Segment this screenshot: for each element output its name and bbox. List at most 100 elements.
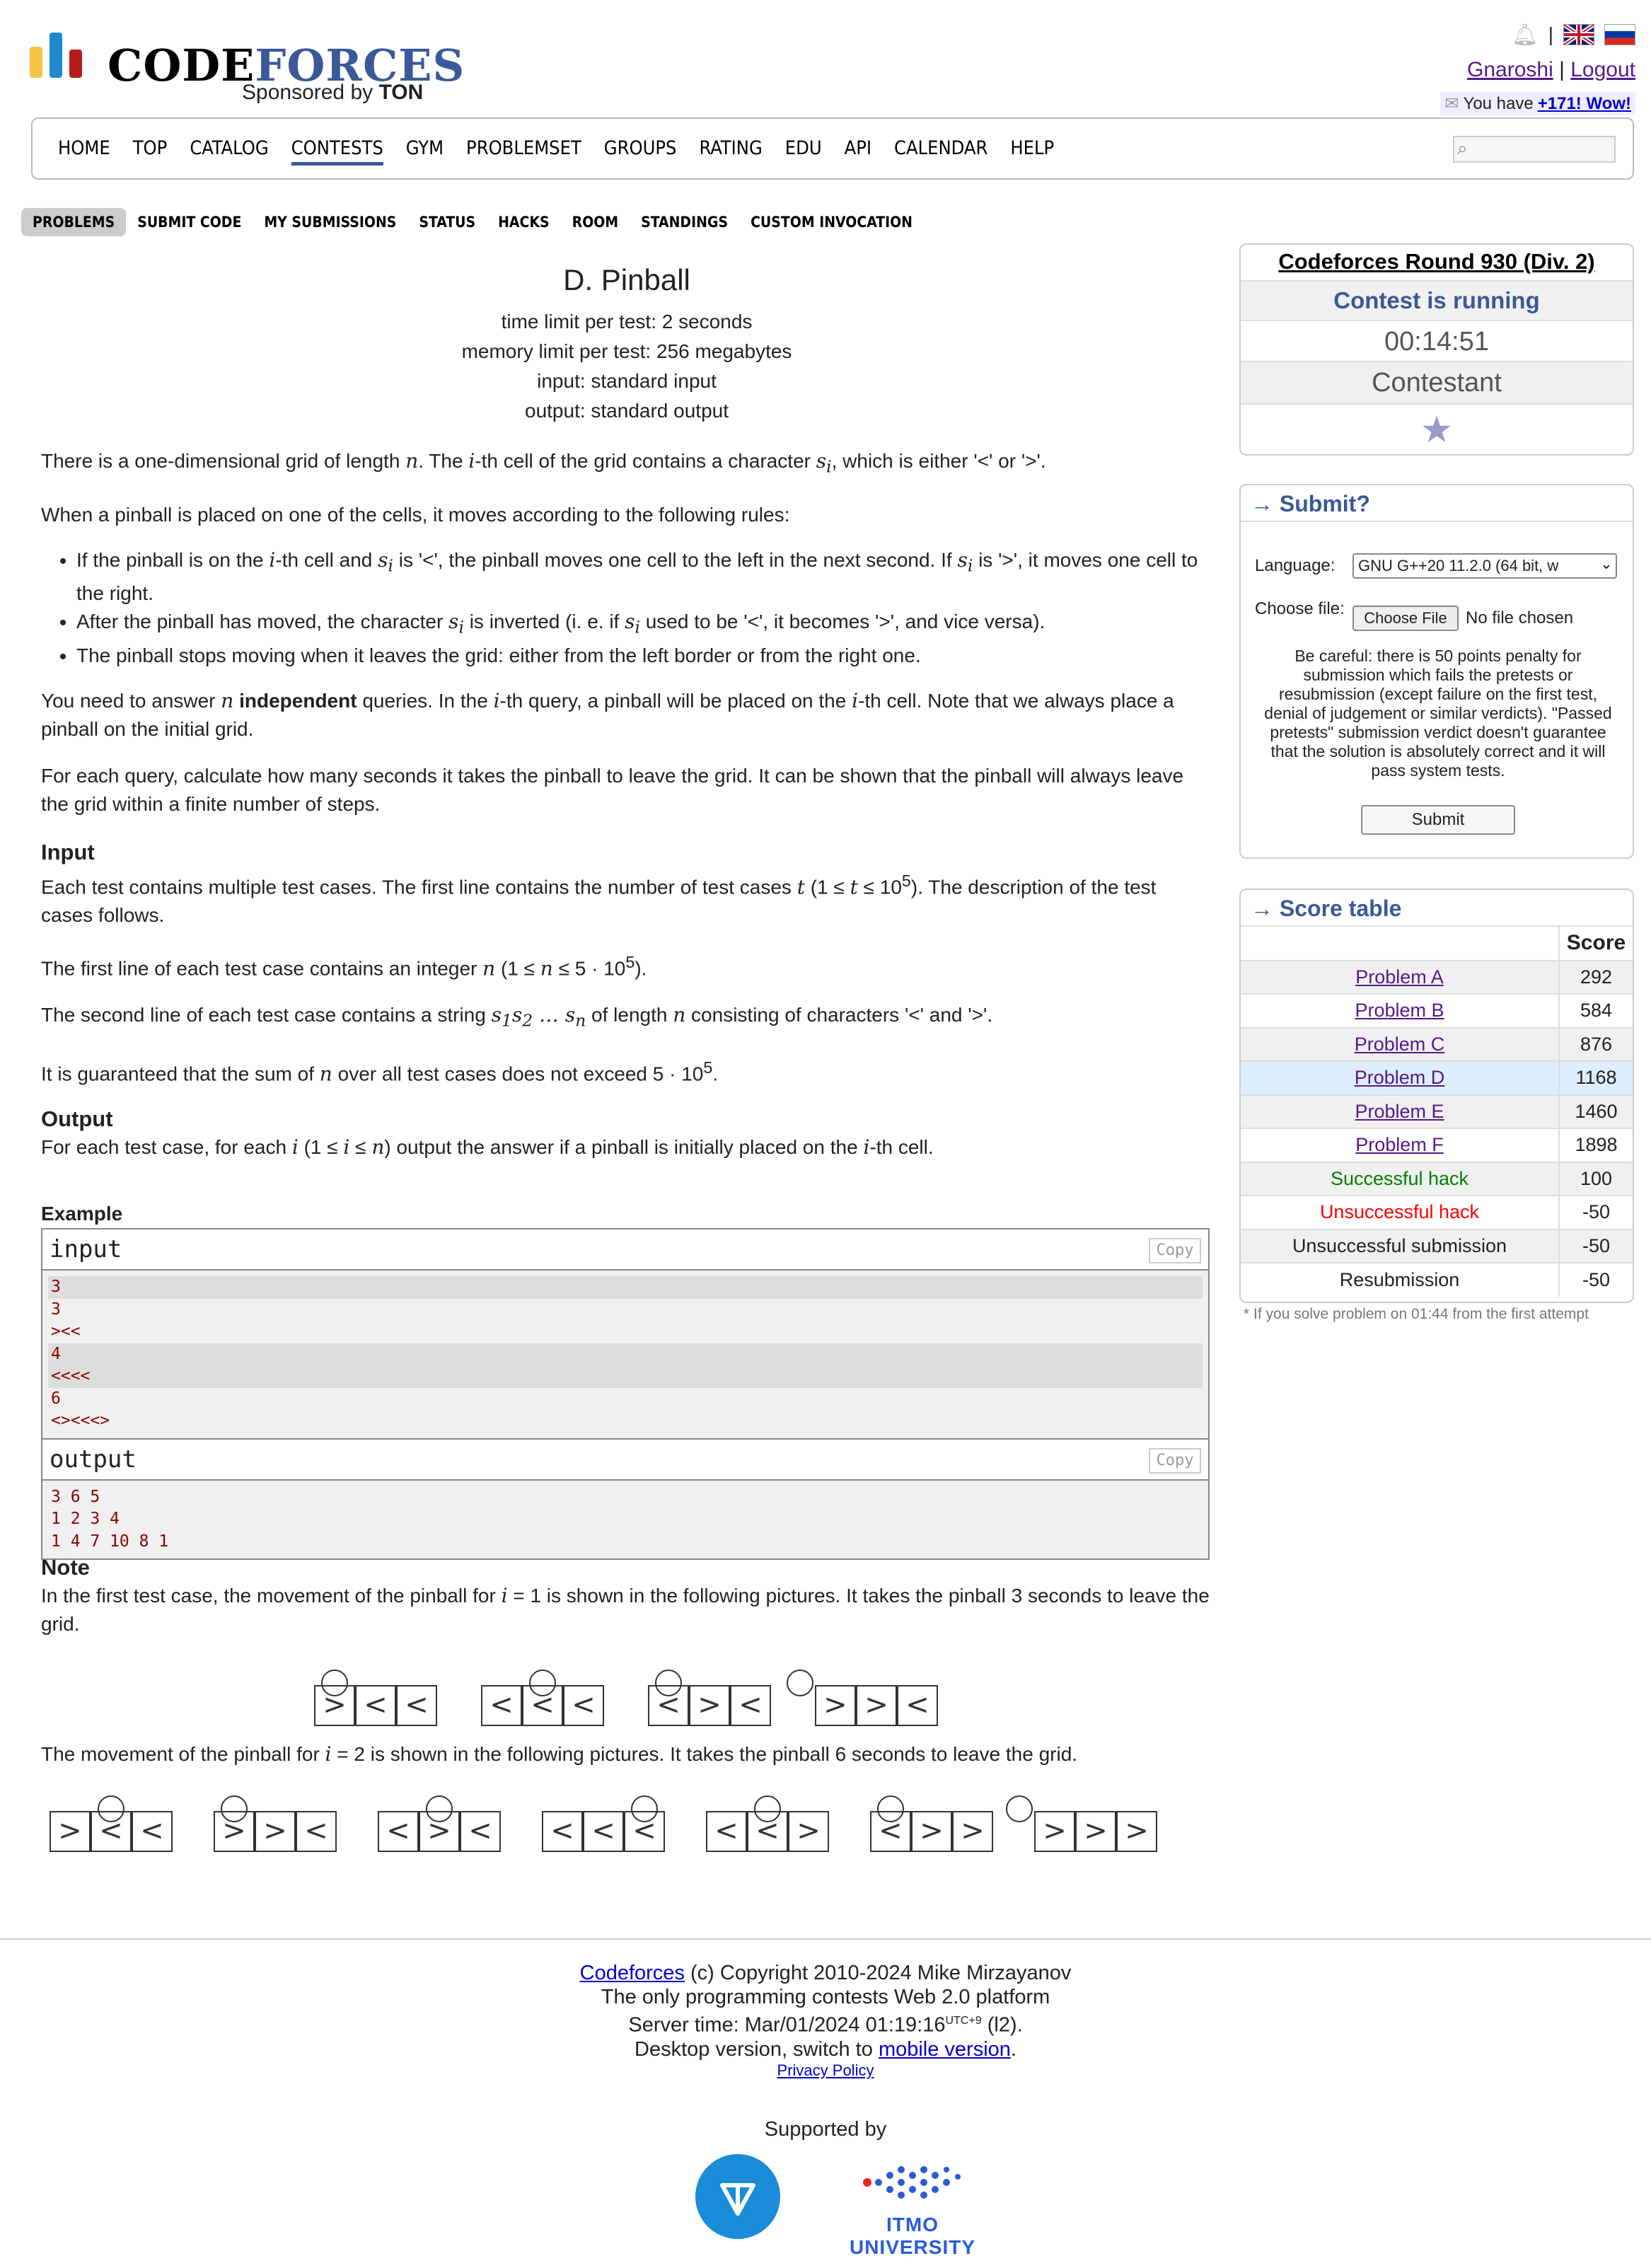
menu-item-gym[interactable]: GYM <box>406 137 444 166</box>
footer-codeforces-link[interactable]: Codeforces <box>580 1962 685 1984</box>
score-row: Problem B 584 <box>1241 993 1633 1028</box>
score-footnote: * If you solve problem on 01:44 from the… <box>1244 1306 1589 1322</box>
logo-bars-icon <box>30 31 86 78</box>
choose-file-button[interactable]: Choose File <box>1352 606 1459 631</box>
user-profile-link[interactable]: Gnaroshi <box>1467 58 1553 81</box>
subnav-my-submissions[interactable]: MY SUBMISSIONS <box>253 208 407 236</box>
score-row-label: Unsuccessful submission <box>1292 1234 1507 1256</box>
output-line: 1 4 7 10 8 1 <box>51 1532 169 1551</box>
subnav-standings[interactable]: STANDINGS <box>630 208 739 236</box>
english-flag-icon[interactable] <box>1563 24 1594 45</box>
output-section-title: Output <box>41 1106 113 1132</box>
pinball-ball <box>321 1670 348 1696</box>
score-row: Unsuccessful hack -50 <box>1241 1195 1633 1230</box>
problem-link[interactable]: Problem F <box>1355 1134 1444 1155</box>
input-line: 6 <box>51 1389 61 1408</box>
score-value: -50 <box>1558 1195 1633 1230</box>
copyright: (c) Copyright 2010-2024 Mike Mirzayanov <box>690 1962 1072 1984</box>
input-line: 3 <box>48 1276 1203 1299</box>
score-row-label: Successful hack <box>1330 1167 1469 1189</box>
menu-item-calendar[interactable]: CALENDAR <box>894 137 987 166</box>
submit-button[interactable]: Submit <box>1361 805 1515 835</box>
score-value: 1460 <box>1558 1094 1633 1128</box>
bell-icon[interactable]: 🔔︎ <box>1512 23 1539 47</box>
star-icon[interactable]: ★ <box>1420 410 1454 451</box>
language-select[interactable]: GNU G++20 11.2.0 (64 bit, w ⌄ <box>1352 553 1617 579</box>
contest-timer: 00:14:51 <box>1241 321 1633 362</box>
input-line: 3 <box>51 1300 61 1319</box>
score-value: -50 <box>1558 1228 1633 1263</box>
score-row: Problem C 876 <box>1241 1026 1633 1061</box>
subnav-hacks[interactable]: HACKS <box>487 208 561 236</box>
logout-link[interactable]: Logout <box>1570 58 1635 81</box>
input-line: <><<<> <box>51 1411 110 1430</box>
search-input[interactable]: ⌕ <box>1453 136 1616 163</box>
itmo-logo-icon[interactable]: ITMO UNIVERSITY <box>821 2154 1004 2258</box>
subnav-room[interactable]: ROOM <box>561 208 630 236</box>
ton-logo-icon[interactable] <box>695 2153 780 2239</box>
subnav-problems[interactable]: PROBLEMS <box>21 208 127 236</box>
menu-item-help[interactable]: HELP <box>1010 137 1054 166</box>
menu-item-top[interactable]: TOP <box>133 137 168 166</box>
pinball-ball <box>529 1670 556 1696</box>
grid-cell: < <box>897 1685 938 1726</box>
main-menu: HOME TOP CATALOG CONTESTS GYM PROBLEMSET GROUP… <box>31 117 1634 180</box>
contest-subnav: PROBLEMS SUBMIT CODE MY SUBMISSIONS STATUS H… <box>21 208 924 236</box>
menu-item-rating[interactable]: RATING <box>699 137 762 166</box>
grid-cell: < <box>132 1811 173 1852</box>
note-section: Note In the first test case, the movemen… <box>41 1554 1212 1638</box>
example-input-panel: input Copy 3 3 ><< 4 <<<< 6 <><<<> <box>41 1228 1210 1440</box>
menu-item-groups[interactable]: GROUPS <box>604 137 677 166</box>
menu-item-contests[interactable]: CONTESTS <box>291 137 383 166</box>
subnav-custom-invocation[interactable]: CUSTOM INVOCATION <box>739 208 924 236</box>
pinball-ball <box>426 1795 453 1822</box>
privacy-policy-link[interactable]: Privacy Policy <box>777 2061 874 2079</box>
envelope-icon[interactable]: ✉ <box>1444 93 1459 114</box>
pinball-ball <box>98 1795 124 1822</box>
submit-box: → Submit? Language: GNU G++20 11.2.0 (64… <box>1239 484 1634 859</box>
contest-name-link[interactable]: Codeforces Round 930 (Div. 2) <box>1278 249 1594 274</box>
grid-cell: > <box>1034 1811 1075 1852</box>
problem-link[interactable]: Problem B <box>1355 1000 1444 1021</box>
problem-link[interactable]: Problem D <box>1355 1067 1445 1088</box>
score-header: Score <box>1558 927 1633 961</box>
note-title: Note <box>41 1555 90 1580</box>
example-output-panel: output Copy 3 6 5 1 2 3 4 1 4 7 10 8 1 <box>41 1439 1210 1560</box>
russian-flag-icon[interactable] <box>1604 24 1635 45</box>
pinball-ball <box>754 1795 781 1822</box>
problem-link[interactable]: Problem E <box>1355 1101 1444 1122</box>
message-prefix: You have <box>1463 93 1534 113</box>
pinball-ball <box>1006 1795 1033 1822</box>
score-row: Problem E 1460 <box>1241 1094 1633 1128</box>
subnav-submit-code[interactable]: SUBMIT CODE <box>126 208 253 236</box>
grid-cell: > <box>50 1811 91 1852</box>
grid-cell: > <box>911 1811 952 1852</box>
menu-item-problemset[interactable]: PROBLEMSET <box>466 137 581 166</box>
menu-item-api[interactable]: API <box>845 137 871 166</box>
score-table: Score Problem A 292 Problem B 584 Problem C 8… <box>1241 927 1633 1297</box>
problem-link[interactable]: Problem C <box>1355 1034 1445 1055</box>
grid-cell: < <box>355 1685 396 1726</box>
copy-output-button[interactable]: Copy <box>1149 1447 1201 1474</box>
sponsor-line: Sponsored by TON <box>242 81 424 104</box>
grid-cell: < <box>460 1811 501 1852</box>
pinball-ball <box>655 1670 682 1696</box>
copy-input-button[interactable]: Copy <box>1149 1238 1201 1263</box>
menu-item-edu[interactable]: EDU <box>785 137 822 166</box>
problem-link[interactable]: Problem A <box>1355 966 1444 988</box>
file-status: No file chosen <box>1466 608 1574 627</box>
mobile-version-link[interactable]: mobile version <box>879 2038 1011 2061</box>
example-block: Example input Copy 3 3 ><< 4 <<<< 6 <><<<> out… <box>41 1203 1210 1560</box>
pinball-ball <box>787 1670 813 1696</box>
menu-item-catalog[interactable]: CATALOG <box>190 137 268 166</box>
subnav-status[interactable]: STATUS <box>407 208 487 236</box>
contest-box: Codeforces Round 930 (Div. 2) Contest is… <box>1239 243 1634 456</box>
footer: Codeforces (c) Copyright 2010-2024 Mike … <box>0 1938 1651 2258</box>
grid-cell: < <box>730 1685 771 1726</box>
codeforces-logo[interactable]: CODEFORCES Sponsored by TON <box>30 31 464 109</box>
message-link[interactable]: +171! Wow! <box>1538 94 1631 114</box>
input-line: ><< <box>51 1322 81 1341</box>
score-row-label: Unsuccessful hack <box>1319 1201 1480 1223</box>
pinball-diagram-second: > < < > > < < > < < < < < < > < > > > > > <box>0 1795 1203 1868</box>
menu-item-home[interactable]: HOME <box>58 137 110 166</box>
